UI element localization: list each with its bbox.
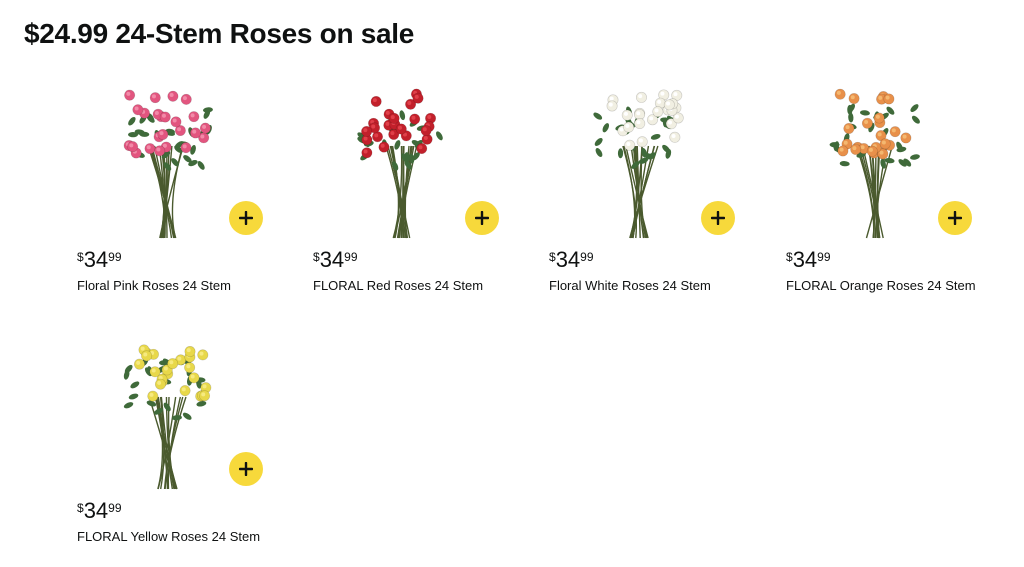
product-grid: $ 34 99 Floral Pink Roses 24 Stem $ 34 9…	[0, 0, 1024, 560]
price-symbol: $	[549, 250, 556, 264]
product-card[interactable]: $ 34 99 FLORAL Red Roses 24 Stem	[313, 86, 513, 316]
price-whole: 34	[555, 247, 581, 272]
product-name[interactable]: Floral Pink Roses 24 Stem	[77, 278, 307, 293]
product-price: $ 34 99	[77, 249, 122, 271]
plus-icon	[948, 211, 962, 225]
price-symbol: $	[786, 250, 793, 264]
product-image[interactable]	[806, 86, 946, 246]
price-fraction: 99	[580, 250, 594, 264]
product-card[interactable]: $ 34 99 Floral White Roses 24 Stem	[549, 86, 749, 316]
product-image[interactable]	[569, 86, 709, 246]
product-name[interactable]: Floral White Roses 24 Stem	[549, 278, 779, 293]
price-fraction: 99	[817, 250, 831, 264]
price-fraction: 99	[108, 501, 122, 515]
product-price: $ 34 99	[786, 249, 831, 271]
price-whole: 34	[83, 247, 109, 272]
price-whole: 34	[83, 498, 109, 523]
plus-icon	[711, 211, 725, 225]
price-fraction: 99	[344, 250, 358, 264]
price-whole: 34	[792, 247, 818, 272]
product-price: $ 34 99	[77, 500, 122, 522]
price-symbol: $	[77, 501, 84, 515]
product-price: $ 34 99	[313, 249, 358, 271]
product-name[interactable]: FLORAL Orange Roses 24 Stem	[786, 278, 1016, 293]
product-card[interactable]: $ 34 99 FLORAL Orange Roses 24 Stem	[786, 86, 986, 316]
plus-icon	[475, 211, 489, 225]
add-to-cart-button[interactable]	[701, 201, 735, 235]
add-to-cart-button[interactable]	[229, 452, 263, 486]
add-to-cart-button[interactable]	[938, 201, 972, 235]
product-card[interactable]: $ 34 99 FLORAL Yellow Roses 24 Stem	[77, 337, 277, 567]
add-to-cart-button[interactable]	[465, 201, 499, 235]
add-to-cart-button[interactable]	[229, 201, 263, 235]
product-price: $ 34 99	[549, 249, 594, 271]
product-name[interactable]: FLORAL Yellow Roses 24 Stem	[77, 529, 307, 544]
plus-icon	[239, 211, 253, 225]
product-card[interactable]: $ 34 99 Floral Pink Roses 24 Stem	[77, 86, 277, 316]
price-whole: 34	[319, 247, 345, 272]
product-image[interactable]	[97, 86, 237, 246]
product-name[interactable]: FLORAL Red Roses 24 Stem	[313, 278, 543, 293]
plus-icon	[239, 462, 253, 476]
product-image[interactable]	[333, 86, 473, 246]
price-symbol: $	[77, 250, 84, 264]
product-image[interactable]	[97, 337, 237, 497]
price-fraction: 99	[108, 250, 122, 264]
price-symbol: $	[313, 250, 320, 264]
